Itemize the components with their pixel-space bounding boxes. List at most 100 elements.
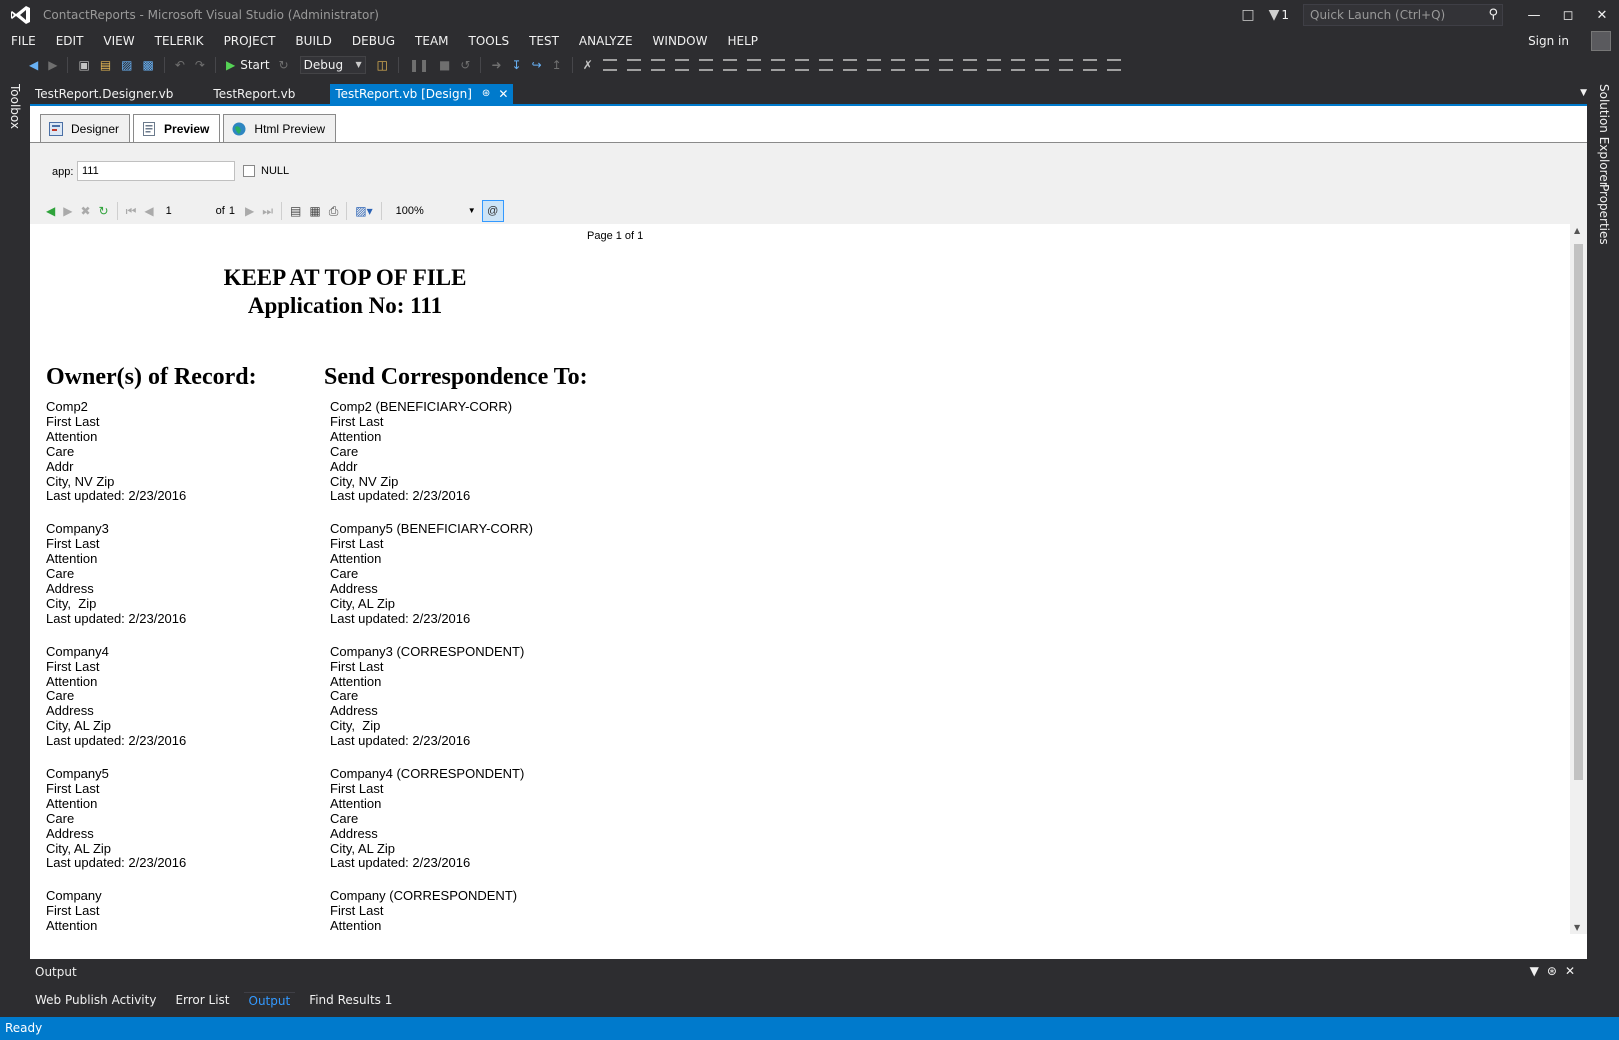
sign-in-link[interactable]: Sign in [1528, 34, 1569, 48]
pause-icon[interactable]: ❚❚ [409, 58, 429, 72]
previous-bookmark-icon[interactable] [1058, 59, 1073, 71]
last-page-icon[interactable]: ⏭ [262, 204, 273, 219]
panel-menu-icon[interactable]: ▼ [1530, 964, 1547, 978]
configuration-select[interactable]: Debug ▼ [299, 56, 366, 74]
null-checkbox[interactable] [243, 165, 255, 177]
close-window-button[interactable]: ✕ [1585, 0, 1619, 30]
redo-icon[interactable]: ↷ [195, 58, 205, 72]
scroll-thumb[interactable] [1574, 244, 1583, 780]
make-same-height-icon[interactable] [770, 59, 785, 71]
horizontal-spacing-icon[interactable] [842, 59, 857, 71]
feedback-icon[interactable]: □ [1241, 7, 1254, 23]
zoom-select[interactable]: 100% ▼ [391, 202, 478, 220]
center-vertically-icon[interactable] [914, 59, 929, 71]
stop-icon[interactable]: ■ [439, 58, 450, 72]
open-file-icon[interactable]: ▤ [100, 58, 111, 72]
align-middles-icon[interactable] [698, 59, 713, 71]
properties-tab[interactable]: Properties [1597, 184, 1611, 245]
menu-edit[interactable]: EDIT [46, 30, 94, 52]
align-tops-icon[interactable] [674, 59, 689, 71]
menu-project[interactable]: PROJECT [214, 30, 286, 52]
navigate-forward-icon[interactable]: ▶ [48, 58, 57, 72]
quick-launch-input[interactable]: Quick Launch (Ctrl+Q) ⚲ [1303, 4, 1503, 26]
comment-icon[interactable] [986, 59, 1001, 71]
align-centers-icon[interactable] [626, 59, 641, 71]
menu-window[interactable]: WINDOW [643, 30, 718, 52]
next-bookmark-icon[interactable] [1082, 59, 1097, 71]
make-same-width-icon[interactable] [746, 59, 761, 71]
menu-tools[interactable]: TOOLS [459, 30, 520, 52]
send-email-icon[interactable]: @ [481, 200, 504, 222]
step-out-icon[interactable]: ↥ [552, 58, 562, 72]
align-bottoms-icon[interactable] [722, 59, 737, 71]
app-parameter-input[interactable]: 111 [77, 161, 235, 181]
close-icon[interactable]: ✕ [498, 86, 508, 102]
page-setup-icon[interactable]: ▦ [309, 204, 320, 218]
undo-icon[interactable]: ↶ [175, 58, 185, 72]
tab-testreport-design[interactable]: TestReport.vb [Design] ⊛ ✕ [330, 84, 514, 104]
previous-page-icon[interactable]: ◀ [144, 204, 153, 218]
refresh-icon[interactable]: ↻ [279, 58, 289, 72]
forward-icon[interactable]: ▶ [63, 204, 72, 218]
avatar[interactable] [1591, 31, 1611, 51]
refresh-icon[interactable]: ↻ [99, 204, 109, 218]
navigate-back-icon[interactable]: ◀ [29, 58, 38, 72]
toolbox-tab[interactable]: Toolbox [8, 84, 22, 129]
center-horizontally-icon[interactable] [890, 59, 905, 71]
menu-test[interactable]: TEST [519, 30, 569, 52]
pin-icon[interactable]: ⊛ [1547, 964, 1565, 978]
find-in-files-icon[interactable]: ◫ [377, 58, 388, 72]
tab-find-results[interactable]: Find Results 1 [304, 992, 397, 1008]
close-icon[interactable]: ✕ [1565, 964, 1583, 978]
tab-html-preview[interactable]: Html Preview [223, 114, 337, 143]
clear-bookmarks-icon[interactable] [1106, 59, 1121, 71]
stop-icon[interactable]: ✖ [80, 204, 90, 218]
breakpoints-icon[interactable]: ✗ [583, 58, 593, 72]
send-to-back-icon[interactable] [962, 59, 977, 71]
menu-debug[interactable]: DEBUG [342, 30, 405, 52]
scroll-down-icon[interactable]: ▼ [1574, 923, 1580, 932]
pin-icon[interactable]: ⊛ [482, 86, 490, 102]
step-into-icon[interactable]: ↧ [512, 58, 522, 72]
print-preview-icon[interactable]: ▤ [290, 204, 301, 218]
vertical-spacing-icon[interactable] [866, 59, 881, 71]
step-over-icon[interactable]: ↪ [532, 58, 542, 72]
back-icon[interactable]: ◀ [46, 204, 55, 218]
menu-help[interactable]: HELP [717, 30, 768, 52]
menu-team[interactable]: TEAM [405, 30, 458, 52]
uncomment-icon[interactable] [1010, 59, 1025, 71]
menu-build[interactable]: BUILD [285, 30, 341, 52]
make-same-size-icon[interactable] [794, 59, 809, 71]
align-rights-icon[interactable] [650, 59, 665, 71]
notifications-icon[interactable]: ▼ 1 [1269, 7, 1289, 23]
save-icon[interactable]: ▨ [121, 58, 132, 72]
bring-to-front-icon[interactable] [938, 59, 953, 71]
align-lefts-icon[interactable] [602, 59, 617, 71]
menu-view[interactable]: VIEW [93, 30, 144, 52]
restart-icon[interactable]: ↺ [460, 58, 470, 72]
tab-preview[interactable]: Preview [133, 114, 221, 143]
bookmark-icon[interactable] [1034, 59, 1049, 71]
tab-testreport-designer-vb[interactable]: TestReport.Designer.vb [30, 84, 178, 104]
solution-explorer-tab[interactable]: Solution Explorer [1597, 84, 1611, 187]
show-next-statement-icon[interactable]: ➜ [491, 58, 501, 72]
current-page-input[interactable]: 1 [161, 202, 202, 220]
start-icon[interactable]: ▶ [226, 58, 235, 72]
tab-testreport-vb[interactable]: TestReport.vb [208, 84, 300, 104]
tab-web-publish-activity[interactable]: Web Publish Activity [30, 992, 161, 1008]
size-to-grid-icon[interactable] [818, 59, 833, 71]
save-all-icon[interactable]: ▩ [143, 58, 154, 72]
export-icon[interactable]: ▨▾ [355, 204, 372, 218]
next-page-icon[interactable]: ▶ [245, 204, 254, 218]
start-button[interactable]: Start [240, 58, 269, 72]
menu-telerik[interactable]: TELERIK [145, 30, 214, 52]
tab-output[interactable]: Output [243, 991, 296, 1009]
menu-file[interactable]: FILE [0, 30, 46, 52]
first-page-icon[interactable]: ⏮ [126, 204, 137, 219]
menu-analyze[interactable]: ANALYZE [569, 30, 643, 52]
tab-dropdown-icon[interactable]: ▼ [1580, 88, 1587, 98]
scroll-up-icon[interactable]: ▲ [1574, 226, 1580, 235]
new-project-icon[interactable]: ▣ [78, 58, 89, 72]
maximize-button[interactable]: ◻ [1551, 0, 1585, 30]
tab-designer[interactable]: Designer [40, 114, 131, 143]
